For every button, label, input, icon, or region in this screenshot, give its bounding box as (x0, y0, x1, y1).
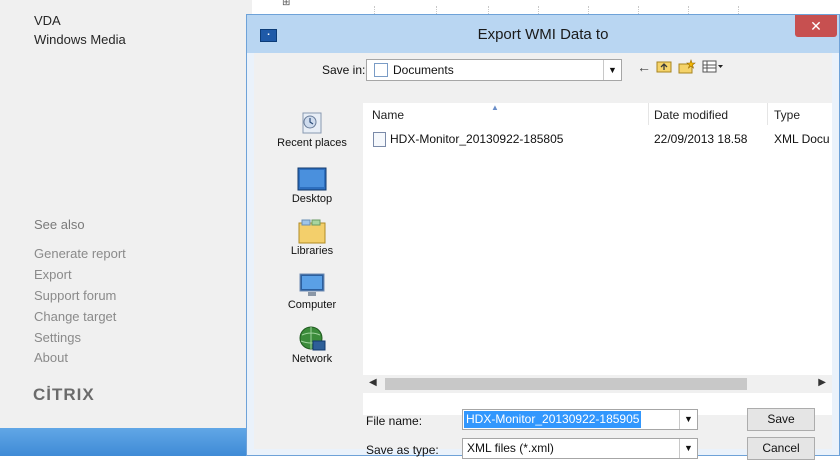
place-network[interactable]: Network (268, 325, 356, 365)
place-label: Libraries (290, 245, 334, 257)
back-arrow-icon[interactable]: ← (637, 59, 651, 75)
file-name-label: File name: (366, 414, 423, 428)
export-dialog: ▪ Export WMI Data to ✕ Save in: Document… (246, 14, 840, 460)
scroll-left-icon[interactable]: ◀ (369, 377, 377, 388)
xml-file-icon (373, 132, 386, 147)
dialog-body: Save in: Documents ▼ ← Recent places Des… (254, 53, 832, 460)
see-also-heading: See also (34, 217, 85, 232)
cancel-button[interactable]: Cancel (747, 437, 815, 460)
save-in-dropdown[interactable]: Documents ▼ (366, 59, 622, 81)
close-button[interactable]: ✕ (795, 15, 837, 37)
column-header-name[interactable]: Name (372, 108, 404, 122)
settings-link[interactable]: Settings (34, 330, 81, 345)
export-link[interactable]: Export (34, 267, 72, 282)
change-target-link[interactable]: Change target (34, 309, 116, 324)
column-header-date-modified[interactable]: Date modified (654, 108, 728, 122)
nav-item-windows-media[interactable]: Windows Media (34, 32, 126, 47)
libraries-icon (297, 217, 327, 245)
nav-item-vda[interactable]: VDA (34, 13, 61, 28)
up-folder-icon[interactable] (656, 59, 672, 76)
file-date-cell: 22/09/2013 18.58 (654, 132, 748, 146)
network-icon (297, 325, 327, 353)
recent-places-icon (297, 109, 327, 137)
save-in-value: Documents (393, 63, 454, 77)
citrix-logo: CİTRIX (33, 385, 95, 404)
file-name-cell: HDX-Monitor_20130922-185805 (390, 132, 564, 146)
new-folder-icon[interactable] (678, 59, 696, 77)
chevron-down-icon[interactable]: ▼ (603, 60, 621, 80)
column-header-type[interactable]: Type (774, 108, 800, 122)
documents-folder-icon (374, 63, 388, 77)
save-button[interactable]: Save (747, 408, 815, 431)
app-sidebar: VDA Windows Media See also Generate repo… (0, 0, 252, 456)
about-link[interactable]: About (34, 350, 68, 365)
place-label: Network (291, 353, 333, 365)
desktop-icon (297, 165, 327, 193)
toolbar-glyph-icon: ⊞ (282, 0, 291, 8)
place-computer[interactable]: Computer (268, 271, 356, 311)
dialog-titlebar[interactable]: ▪ Export WMI Data to ✕ (247, 15, 839, 53)
column-separator[interactable] (648, 103, 649, 125)
view-menu-icon[interactable] (702, 59, 724, 76)
scroll-right-icon[interactable]: ▶ (818, 377, 826, 388)
chevron-down-icon[interactable]: ▼ (679, 410, 697, 429)
scrollbar-thumb[interactable] (385, 378, 747, 390)
place-label: Computer (287, 299, 337, 311)
place-label: Recent places (277, 137, 347, 149)
save-as-type-label: Save as type: (366, 443, 439, 457)
place-label: Desktop (291, 193, 333, 205)
place-libraries[interactable]: Libraries (268, 217, 356, 257)
file-name-value[interactable]: HDX-Monitor_20130922-185905 (464, 411, 642, 428)
computer-icon (297, 271, 327, 299)
place-recent-places[interactable]: Recent places (268, 109, 356, 149)
file-list[interactable]: ▲ Name Date modified Type HDX-Monitor_20… (363, 103, 832, 415)
column-separator[interactable] (767, 103, 768, 125)
sort-ascending-icon: ▲ (491, 103, 499, 112)
save-in-label: Save in: (322, 63, 366, 77)
file-name-field[interactable]: HDX-Monitor_20130922-185905 ▼ (462, 409, 698, 430)
save-as-type-value: XML files (*.xml) (467, 441, 554, 455)
taskbar (0, 428, 252, 456)
place-desktop[interactable]: Desktop (268, 165, 356, 205)
dialog-title: Export WMI Data to (477, 26, 609, 43)
generate-report-link[interactable]: Generate report (34, 246, 126, 261)
support-forum-link[interactable]: Support forum (34, 288, 116, 303)
horizontal-scrollbar[interactable]: ◀ ▶ (363, 375, 832, 393)
chevron-down-icon[interactable]: ▼ (679, 439, 697, 458)
file-type-cell: XML Docu (774, 132, 830, 146)
